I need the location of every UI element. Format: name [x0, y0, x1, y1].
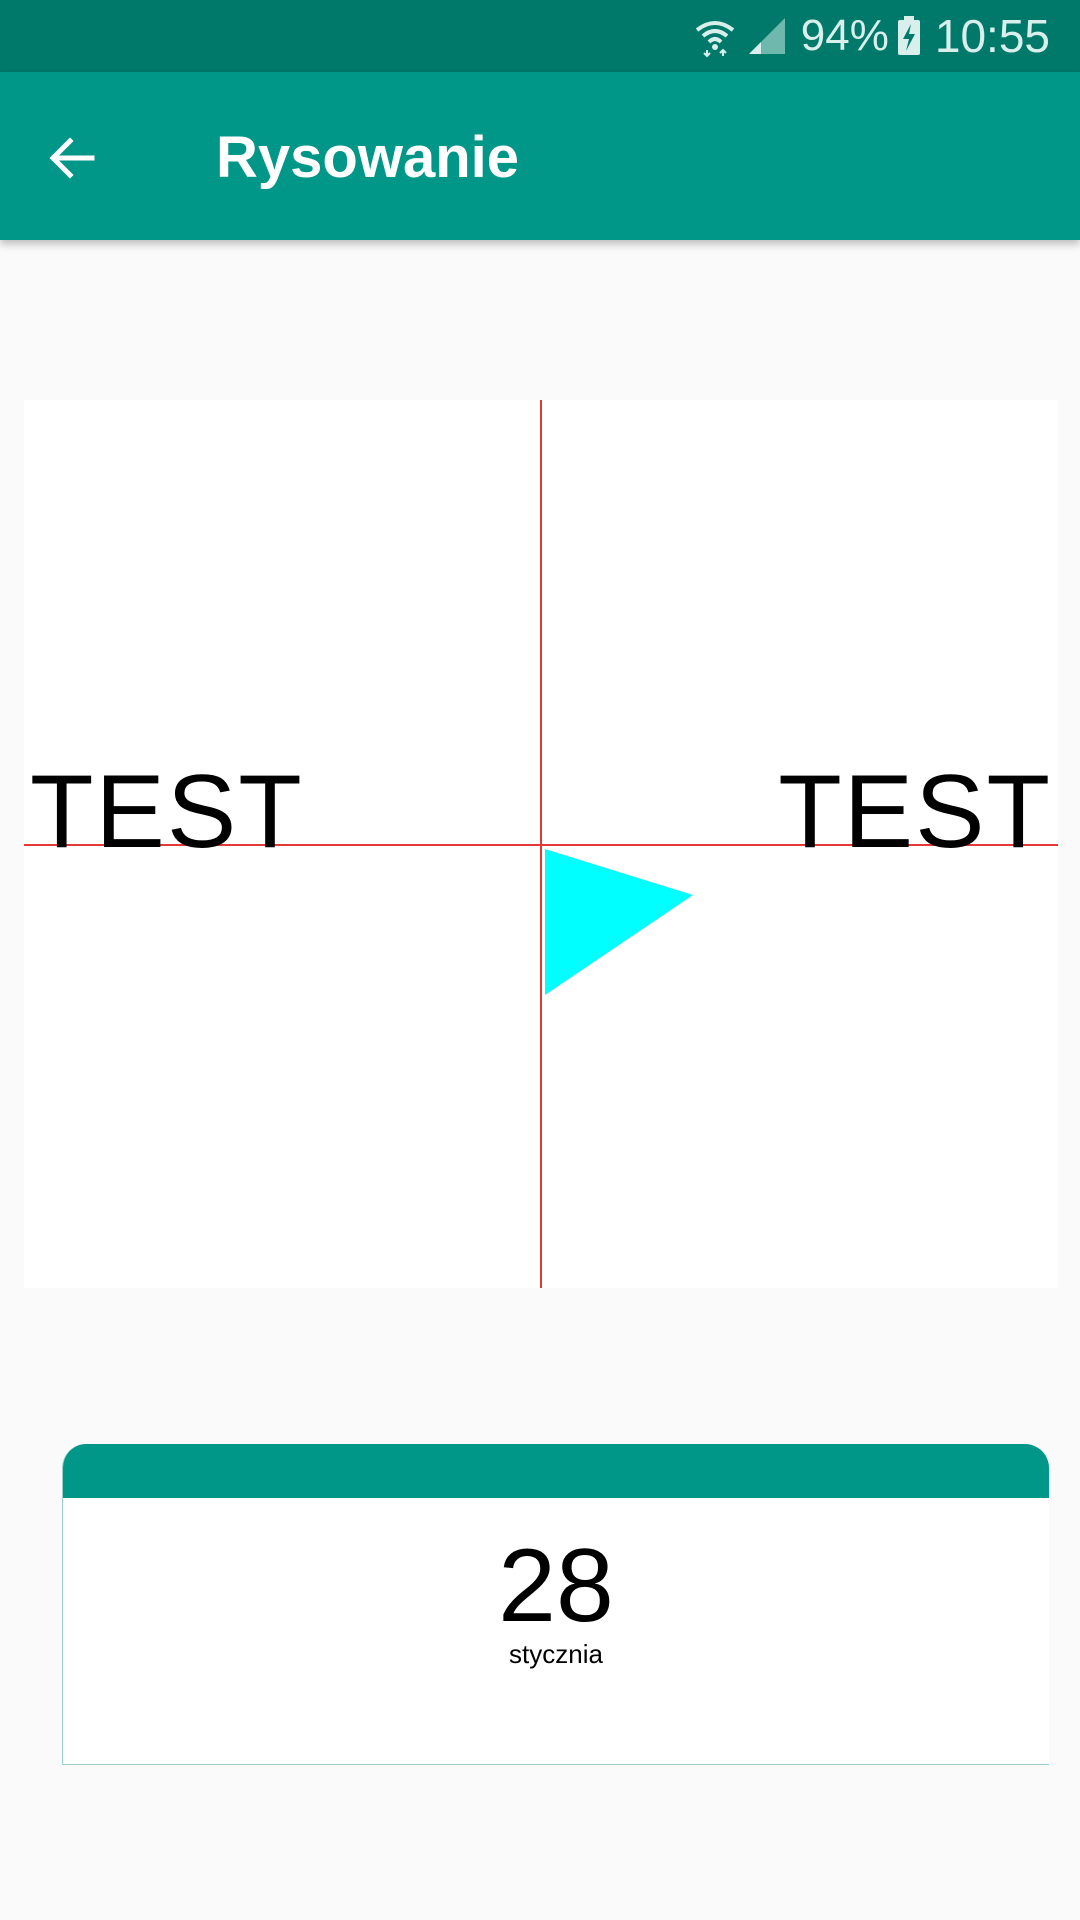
back-button[interactable] [30, 116, 114, 200]
battery-percentage: 94% [800, 11, 889, 60]
app-bar: Rysowanie [0, 72, 1080, 240]
canvas-text-right: TEST [778, 754, 1052, 870]
arrow-back-icon [49, 137, 95, 179]
canvas-text-left: TEST [30, 754, 304, 870]
calendar-card: 28 stycznia [62, 1444, 1049, 1765]
calendar-header [63, 1444, 1049, 1498]
status-bar: 94% 10:55 [0, 0, 1080, 72]
calendar-month: stycznia [509, 1639, 603, 1669]
signal-icon [748, 18, 785, 54]
drawing-canvas[interactable]: TEST TEST [24, 400, 1058, 1288]
clock: 10:55 [934, 10, 1050, 62]
wifi-icon [695, 21, 735, 58]
page-title: Rysowanie [216, 125, 519, 190]
status-icons: 94% 10:55 [693, 8, 1050, 64]
cyan-triangle [545, 849, 693, 995]
battery-charging-icon [897, 16, 920, 55]
calendar-day: 28 [498, 1528, 614, 1644]
